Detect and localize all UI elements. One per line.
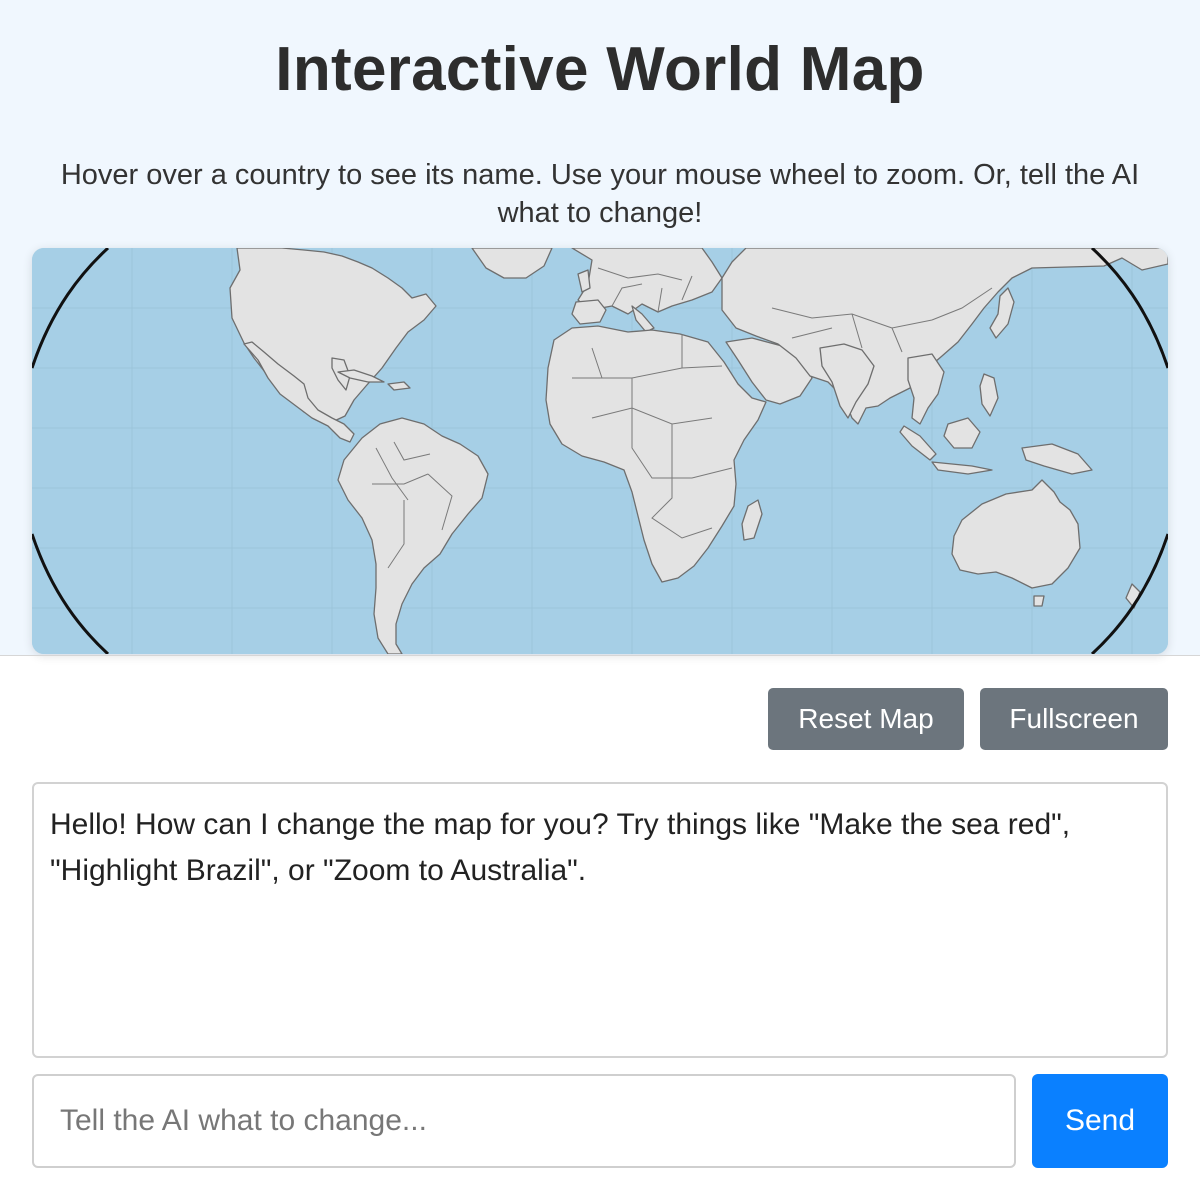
- chat-message-ai: Hello! How can I change the map for you?…: [50, 808, 1071, 887]
- page-title: Interactive World Map: [275, 35, 925, 104]
- page-subtitle: Hover over a country to see its name. Us…: [60, 159, 1140, 229]
- country-tasmania[interactable]: [1033, 595, 1045, 607]
- chat-log[interactable]: Hello! How can I change the map for you?…: [32, 782, 1168, 1058]
- world-map-svg[interactable]: [32, 248, 1168, 654]
- country-iberia[interactable]: [571, 299, 607, 325]
- fullscreen-button[interactable]: Fullscreen: [980, 688, 1168, 750]
- send-button[interactable]: Send: [1032, 1074, 1168, 1168]
- world-map[interactable]: [32, 248, 1168, 654]
- section-divider: [0, 655, 1200, 656]
- reset-map-button[interactable]: Reset Map: [768, 688, 964, 750]
- chat-input[interactable]: [32, 1074, 1016, 1168]
